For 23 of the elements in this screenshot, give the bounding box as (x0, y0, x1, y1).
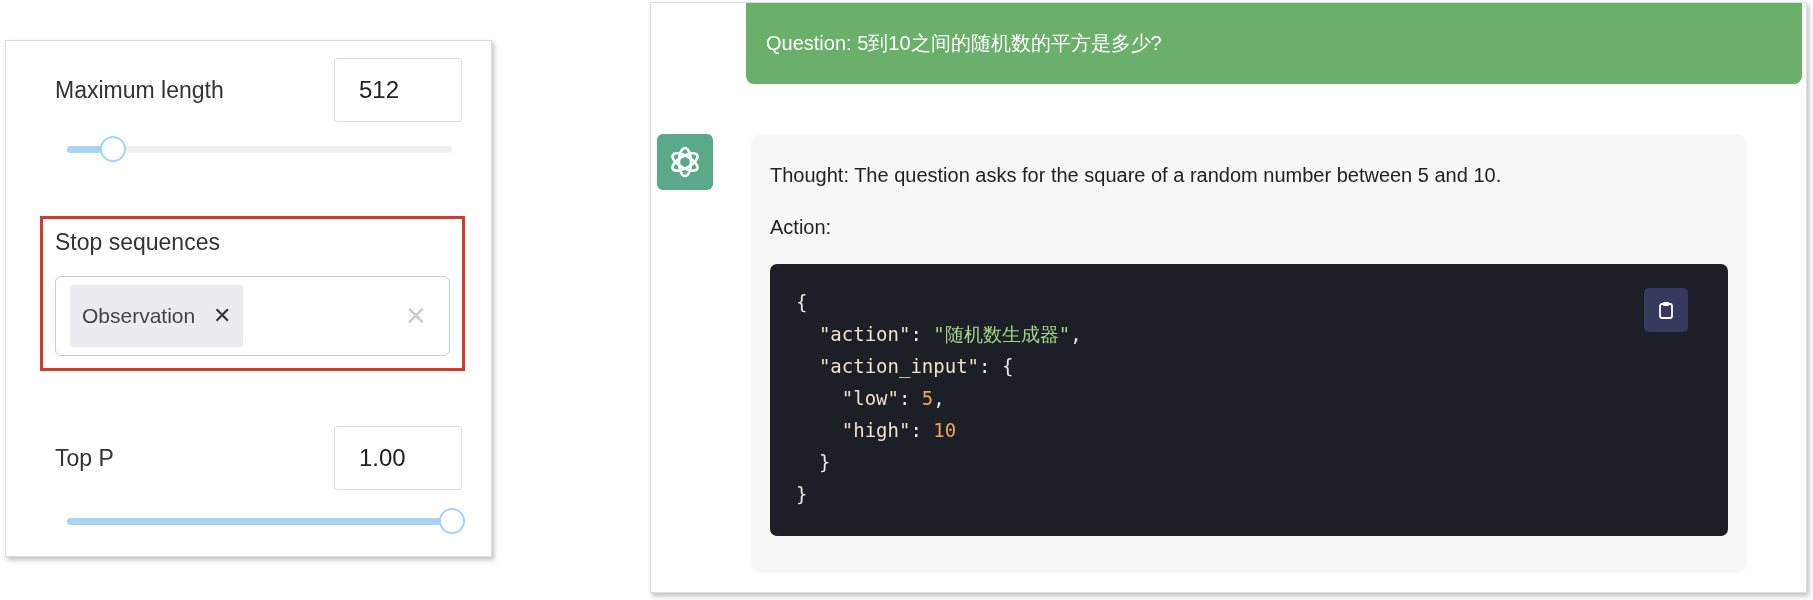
code-line: } (817, 450, 831, 475)
field-label: Top P (55, 444, 114, 472)
code-line: "low": 5, (840, 386, 945, 411)
action-label: Action: (770, 215, 833, 240)
clipboard-icon (1656, 300, 1676, 320)
tag-label: Observation (82, 304, 196, 328)
thought-text: Thought: The question asks for the square of a random number between 5 and 10. (770, 163, 1503, 188)
code-line: { (796, 290, 808, 315)
slider-thumb[interactable] (439, 508, 465, 534)
number-input[interactable]: 1.00 (334, 426, 462, 490)
number-input[interactable]: 512 (334, 58, 462, 122)
question-bubble: Question: 5到10之间的随机数的平方是多少? (746, 3, 1802, 84)
assistant-avatar-icon (657, 134, 713, 190)
tags-input[interactable]: Observation ✕ ✕ (55, 276, 450, 356)
remove-tag-icon[interactable]: ✕ (213, 303, 232, 329)
code-line: } (796, 482, 808, 507)
copy-button[interactable] (1644, 288, 1688, 332)
field-label: Stop sequences (55, 229, 220, 255)
code-line: "action": "随机数生成器", (817, 322, 1082, 347)
slider-thumb[interactable] (100, 136, 127, 162)
code-line: "high": 10 (840, 418, 957, 443)
code-line: "action_input": { (817, 354, 1014, 380)
field-label: Maximum length (55, 76, 224, 104)
